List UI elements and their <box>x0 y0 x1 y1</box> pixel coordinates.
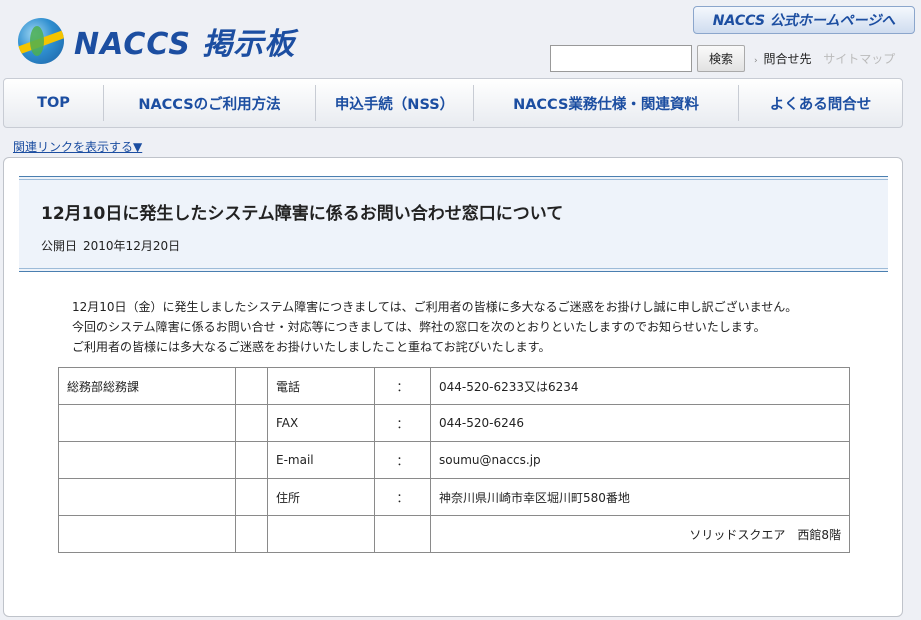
sitemap-link[interactable]: サイトマップ <box>823 52 895 66</box>
search-input[interactable] <box>550 45 692 72</box>
nav-item-application[interactable]: 申込手続（NSS） <box>316 85 474 121</box>
table-row: ソリッドスクエア 西館8階 <box>58 515 850 553</box>
logo-text: NACCS 掲示板 <box>74 27 296 62</box>
nav-item-usage[interactable]: NACCSのご利用方法 <box>104 85 316 121</box>
contact-label: 電話 <box>267 367 375 405</box>
publish-date: 公開日 2010年12月20日 <box>41 237 180 254</box>
content-panel: 12月10日に発生したシステム障害に係るお問い合わせ窓口について 公開日 2010… <box>3 157 903 617</box>
paragraph: 12月10日（金）に発生しましたシステム障害につきましては、ご利用者の皆様に多大… <box>72 300 798 314</box>
table-row: 住所 ： 神奈川県川崎市幸区堀川町580番地 <box>58 478 850 516</box>
paragraph: ご利用者の皆様には多大なるご迷惑をお掛けいたしましたこと重ねてお詫びいたします。 <box>72 340 551 354</box>
globe-logo-icon <box>18 18 64 64</box>
separator: ： <box>374 441 431 479</box>
page-title: 12月10日に発生したシステム障害に係るお問い合わせ窓口について <box>41 204 564 224</box>
article-header: 12月10日に発生したシステム障害に係るお問い合わせ窓口について 公開日 2010… <box>19 176 888 272</box>
address-line2: ソリッドスクエア 西館8階 <box>430 515 850 553</box>
contact-value: 神奈川県川崎市幸区堀川町580番地 <box>430 478 850 516</box>
utility-links: › 問合せ先 サイトマップ <box>754 50 895 67</box>
separator: ： <box>374 404 431 442</box>
email-value[interactable]: soumu@naccs.jp <box>430 441 850 479</box>
separator: ： <box>374 367 431 405</box>
contact-value: 044-520-6233又は6234 <box>430 367 850 405</box>
contact-label: E-mail <box>267 441 375 479</box>
article-body: 12月10日（金）に発生しましたシステム障害につきましては、ご利用者の皆様に多大… <box>72 297 872 357</box>
publish-date-value: 2010年12月20日 <box>83 239 181 253</box>
contact-label: FAX <box>267 404 375 442</box>
table-row: 総務部総務課 電話 ： 044-520-6233又は6234 <box>58 367 850 405</box>
contact-link[interactable]: 問合せ先 <box>763 52 811 66</box>
chevron-right-icon: › <box>754 56 758 66</box>
official-homepage-link[interactable]: NACCS 公式ホームページへ <box>693 6 915 34</box>
nav-item-top[interactable]: TOP <box>4 85 104 121</box>
publish-date-label: 公開日 <box>41 239 78 253</box>
contact-table: 総務部総務課 電話 ： 044-520-6233又は6234 FAX ： 044… <box>58 367 850 553</box>
table-row: E-mail ： soumu@naccs.jp <box>58 441 850 479</box>
nav-item-specs[interactable]: NACCS業務仕様・関連資料 <box>474 85 739 121</box>
contact-label: 住所 <box>267 478 375 516</box>
nav-item-faq[interactable]: よくある問合せ <box>739 85 902 121</box>
search-button[interactable]: 検索 <box>697 45 745 72</box>
paragraph: 今回のシステム障害に係るお問い合せ・対応等につきましては、弊社の窓口を次のとおり… <box>72 320 766 334</box>
separator: ： <box>374 478 431 516</box>
contact-value: 044-520-6246 <box>430 404 850 442</box>
main-nav: TOP NACCSのご利用方法 申込手続（NSS） NACCS業務仕様・関連資料… <box>3 78 903 128</box>
related-links-toggle[interactable]: 関連リンクを表示する▼ <box>13 138 142 155</box>
table-row: FAX ： 044-520-6246 <box>58 404 850 442</box>
department-cell: 総務部総務課 <box>58 367 236 405</box>
site-logo[interactable]: NACCS 掲示板 <box>18 18 295 64</box>
